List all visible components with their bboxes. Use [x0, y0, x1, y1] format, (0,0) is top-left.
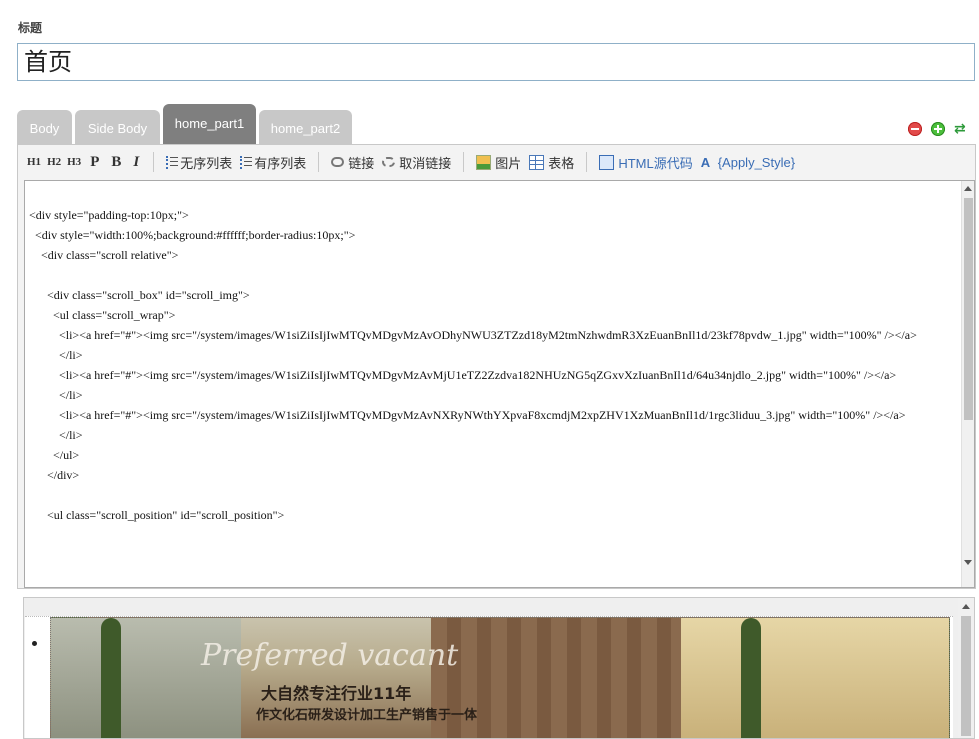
html-source-code[interactable]: <div style="padding-top:10px;"> <div sty…: [29, 205, 960, 525]
shuffle-icon[interactable]: ⇄: [954, 122, 970, 136]
unlink-icon: [382, 157, 396, 167]
toolbar-divider: [153, 152, 155, 172]
link-icon: [331, 157, 345, 167]
code-scrollbar[interactable]: [961, 181, 974, 587]
ordered-list-button[interactable]: 有序列表: [236, 150, 310, 174]
image-icon: [476, 154, 492, 170]
banner-image: Preferred vacant 大自然专注行业11年 作文化石研发设计加工生产…: [50, 617, 950, 738]
html-source-button[interactable]: HTML源代码: [595, 150, 696, 174]
remove-icon[interactable]: [907, 121, 922, 136]
table-icon: [529, 154, 545, 170]
html-source-icon: [599, 154, 615, 170]
bold-button[interactable]: B: [105, 150, 127, 174]
html-source-label: HTML源代码: [618, 155, 693, 171]
preview-scrollbar[interactable]: [958, 598, 974, 738]
tab-side-body[interactable]: Side Body: [75, 110, 160, 145]
title-label: 标题: [18, 21, 43, 35]
link-label: 链接: [348, 155, 375, 171]
unlink-label: 取消链接: [399, 155, 452, 171]
italic-button[interactable]: I: [127, 150, 145, 174]
scroll-up-arrow-icon[interactable]: [964, 186, 972, 191]
wysiwyg-editor: H1 H2 H3 P B I 无序列表 有序列表 链接 取消链接 图片 表格 H…: [17, 144, 976, 589]
banner-tree: [101, 618, 121, 738]
unordered-list-button[interactable]: 无序列表: [162, 150, 236, 174]
unordered-list-label: 无序列表: [180, 155, 233, 171]
toolbar-divider: [463, 152, 465, 172]
banner-tree: [741, 618, 761, 738]
banner-headline: 大自然专注行业11年: [261, 684, 412, 703]
wysiwyg-preview[interactable]: Preferred vacant 大自然专注行业11年 作文化石研发设计加工生产…: [23, 597, 975, 739]
tab-home-part1[interactable]: home_part1: [163, 104, 256, 145]
h3-button[interactable]: H3: [64, 150, 84, 174]
tab-body[interactable]: Body: [17, 110, 72, 145]
scrollbar-thumb[interactable]: [961, 616, 971, 736]
h2-button[interactable]: H2: [44, 150, 64, 174]
insert-table-button[interactable]: 表格: [525, 150, 578, 174]
insert-table-label: 表格: [548, 155, 575, 171]
toolbar-divider: [318, 152, 320, 172]
toolbar-divider: [586, 152, 588, 172]
apply-style-label: {Apply_Style}: [717, 154, 796, 170]
banner-script-text: Preferred vacant: [201, 638, 459, 673]
ordered-list-icon: [240, 155, 253, 169]
html-source-textarea[interactable]: <div style="padding-top:10px;"> <div sty…: [24, 180, 975, 588]
apply-style-button[interactable]: A {Apply_Style}: [697, 150, 799, 174]
ordered-list-label: 有序列表: [254, 155, 307, 171]
list-bullet: [32, 641, 37, 646]
title-input[interactable]: 首页: [17, 43, 975, 81]
scroll-up-arrow-icon[interactable]: [962, 604, 970, 609]
editor-toolbar: H1 H2 H3 P B I 无序列表 有序列表 链接 取消链接 图片 表格 H…: [18, 145, 975, 179]
insert-image-label: 图片: [495, 155, 522, 171]
banner-subline: 作文化石研发设计加工生产销售于一体: [256, 708, 478, 723]
insert-image-button[interactable]: 图片: [472, 150, 525, 174]
scrollbar-thumb[interactable]: [964, 198, 973, 420]
paragraph-button[interactable]: P: [84, 150, 105, 174]
scroll-down-arrow-icon[interactable]: [964, 560, 972, 565]
banner-sky: [51, 618, 241, 738]
banner-villa: [681, 618, 949, 738]
unlink-button[interactable]: 取消链接: [378, 150, 455, 174]
link-button[interactable]: 链接: [327, 150, 378, 174]
add-icon[interactable]: [930, 121, 945, 136]
unordered-list-icon: [166, 155, 179, 169]
apply-style-icon: A: [700, 154, 711, 170]
tab-tools: ⇄: [904, 118, 970, 136]
tab-home-part2[interactable]: home_part2: [259, 110, 352, 145]
h1-button[interactable]: H1: [24, 150, 44, 174]
